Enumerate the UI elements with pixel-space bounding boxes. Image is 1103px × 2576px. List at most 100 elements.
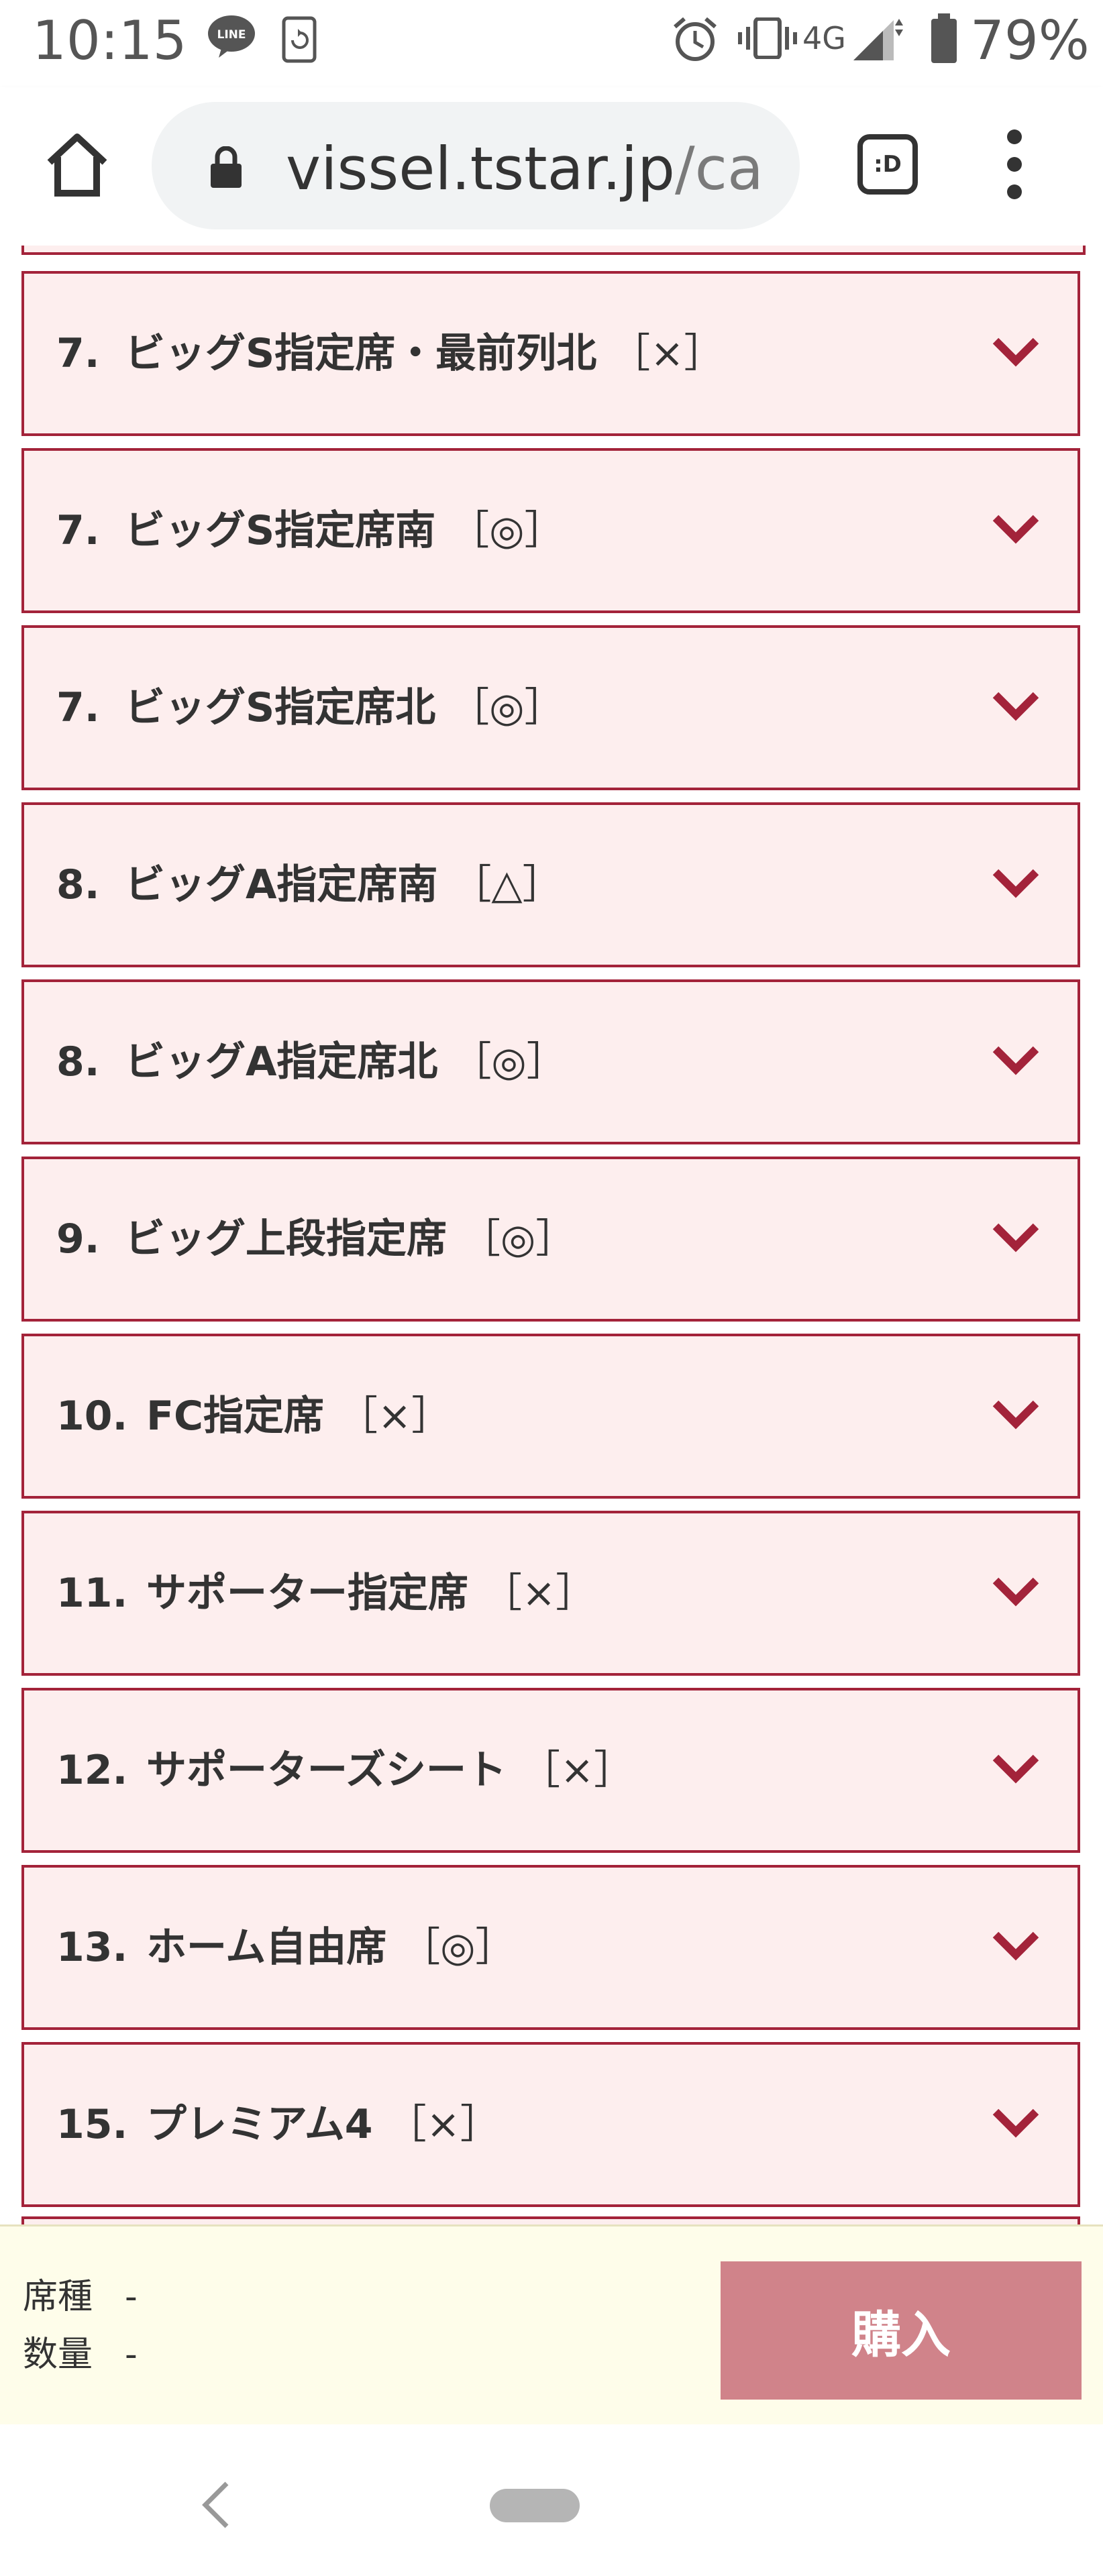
network-type: 4G xyxy=(802,20,846,56)
seat-label: ビッグS指定席南 ［◎］ xyxy=(125,451,565,610)
chevron-down-icon[interactable] xyxy=(992,513,1040,545)
seat-label: サポーターズシート ［×］ xyxy=(146,1690,634,1850)
home-pill[interactable] xyxy=(490,2489,580,2522)
seat-name: サポーター指定席 xyxy=(146,1570,468,1617)
seat-label: サポーター指定席 ［×］ xyxy=(146,1513,596,1673)
back-icon[interactable] xyxy=(196,2478,236,2532)
availability-mark: ［×］ xyxy=(386,2101,501,2148)
seat-item[interactable]: 12. サポーターズシート ［×］ xyxy=(21,1688,1080,1853)
vibrate-icon xyxy=(738,17,797,59)
seat-item[interactable]: 13. ホーム自由席 ［◎］ xyxy=(21,1865,1080,2030)
availability-mark: ［◎］ xyxy=(449,684,565,731)
seat-number: 11. xyxy=(56,1570,128,1617)
system-nav-bar xyxy=(0,2424,1103,2576)
seat-number: 13. xyxy=(56,1924,128,1971)
battery-icon xyxy=(931,13,957,63)
chevron-down-icon[interactable] xyxy=(992,335,1040,368)
seat-item[interactable]: 9. ビッグ上段指定席 ［◎］ xyxy=(21,1157,1080,1322)
sync-icon xyxy=(282,16,317,63)
battery-percent: 79% xyxy=(970,9,1090,72)
seat-number: 10. xyxy=(56,1393,128,1440)
chevron-down-icon[interactable] xyxy=(992,1398,1040,1430)
url-host: vissel.tstar.jp xyxy=(286,134,675,203)
availability-mark: ［◎］ xyxy=(451,1038,567,1085)
quantity-value: - xyxy=(125,2334,138,2375)
seat-label: ビッグA指定席北 ［◎］ xyxy=(125,982,567,1142)
seat-item[interactable]: 11. サポーター指定席 ［×］ xyxy=(21,1511,1080,1676)
previous-item-edge xyxy=(21,246,1086,255)
availability-mark: ［×］ xyxy=(337,1393,452,1440)
seat-label: ホーム自由席 ［◎］ xyxy=(146,1868,516,2027)
seat-item[interactable]: 15. プレミアム4 ［×］ xyxy=(21,2042,1080,2207)
signal-icon xyxy=(853,19,903,60)
quantity-row: 数量 - xyxy=(23,2326,138,2376)
tab-switcher-label: :D xyxy=(874,151,902,178)
seat-label: FC指定席 ［×］ xyxy=(146,1336,452,1496)
status-bar: 10:15 LINE 4G 79% xyxy=(0,0,1103,87)
chevron-down-icon[interactable] xyxy=(992,690,1040,722)
tab-switcher-button[interactable]: :D xyxy=(857,134,918,195)
line-app-icon: LINE xyxy=(208,15,255,58)
seat-label: ビッグ上段指定席 ［◎］ xyxy=(125,1159,576,1319)
url-path: /ca xyxy=(674,134,764,203)
availability-mark: ［◎］ xyxy=(449,507,565,554)
seat-number: 8. xyxy=(56,1038,100,1085)
seat-label: ビッグS指定席・最前列北 ［×］ xyxy=(125,274,725,433)
chevron-down-icon[interactable] xyxy=(992,2106,1040,2139)
seat-item[interactable]: 7. ビッグS指定席南 ［◎］ xyxy=(21,448,1080,613)
seat-name: ビッグS指定席・最前列北 xyxy=(125,330,597,377)
seat-type-label: 席種 xyxy=(23,2277,93,2317)
seat-name: ビッグS指定席南 xyxy=(125,507,436,554)
seat-label: ビッグS指定席北 ［◎］ xyxy=(125,628,565,788)
quantity-label: 数量 xyxy=(23,2334,93,2375)
availability-mark: ［×］ xyxy=(482,1570,596,1617)
chevron-down-icon[interactable] xyxy=(992,1752,1040,1784)
purchase-button[interactable]: 購入 xyxy=(721,2261,1082,2400)
seat-number: 9. xyxy=(56,1216,100,1263)
seat-number: 12. xyxy=(56,1747,128,1794)
purchase-panel: 席種 - 数量 - 購入 xyxy=(0,2224,1103,2428)
availability-mark: ［×］ xyxy=(520,1747,635,1794)
svg-text:LINE: LINE xyxy=(217,28,246,42)
availability-mark: ［◎］ xyxy=(400,1924,516,1971)
more-options-icon[interactable] xyxy=(1000,127,1029,201)
address-bar[interactable]: vissel.tstar.jp/ca xyxy=(152,102,800,229)
chevron-down-icon[interactable] xyxy=(992,1575,1040,1607)
availability-mark: ［◎］ xyxy=(460,1216,576,1263)
seat-number: 7. xyxy=(56,330,100,377)
seat-name: ホーム自由席 xyxy=(146,1924,387,1971)
seat-item[interactable]: 7. ビッグS指定席北 ［◎］ xyxy=(21,625,1080,790)
availability-mark: ［×］ xyxy=(610,330,725,377)
seat-name: ビッグA指定席南 xyxy=(125,861,438,908)
chevron-down-icon[interactable] xyxy=(992,1929,1040,1962)
lock-icon xyxy=(211,146,242,188)
seat-label: プレミアム4 ［×］ xyxy=(146,2045,501,2204)
seat-type-row: 席種 - xyxy=(23,2268,138,2318)
seat-item[interactable]: 8. ビッグA指定席北 ［◎］ xyxy=(21,979,1080,1144)
chevron-down-icon[interactable] xyxy=(992,1044,1040,1076)
status-time: 10:15 xyxy=(32,9,187,72)
seat-item[interactable]: 7. ビッグS指定席・最前列北 ［×］ xyxy=(21,271,1080,436)
chevron-down-icon[interactable] xyxy=(992,1221,1040,1253)
seat-name: ビッグ上段指定席 xyxy=(125,1216,447,1263)
availability-mark: ［△］ xyxy=(451,861,563,908)
seat-number: 8. xyxy=(56,861,100,908)
seat-number: 15. xyxy=(56,2101,128,2148)
seat-name: サポーターズシート xyxy=(146,1747,507,1794)
url-text: vissel.tstar.jp/ca xyxy=(286,134,764,203)
chevron-down-icon[interactable] xyxy=(992,867,1040,899)
home-icon[interactable] xyxy=(40,127,114,201)
seat-name: ビッグS指定席北 xyxy=(125,684,436,731)
seat-item[interactable]: 10. FC指定席 ［×］ xyxy=(21,1334,1080,1499)
alarm-icon xyxy=(674,17,717,61)
seat-name: ビッグA指定席北 xyxy=(125,1038,438,1085)
browser-toolbar: vissel.tstar.jp/ca :D xyxy=(0,87,1103,246)
seat-name: FC指定席 xyxy=(146,1393,325,1440)
seat-name: プレミアム4 xyxy=(146,2101,373,2148)
seat-label: ビッグA指定席南 ［△］ xyxy=(125,805,563,965)
seat-item[interactable]: 8. ビッグA指定席南 ［△］ xyxy=(21,802,1080,967)
next-item-edge xyxy=(21,2216,1080,2224)
seat-type-value: - xyxy=(125,2277,138,2317)
seat-number: 7. xyxy=(56,507,100,554)
seat-number: 7. xyxy=(56,684,100,731)
